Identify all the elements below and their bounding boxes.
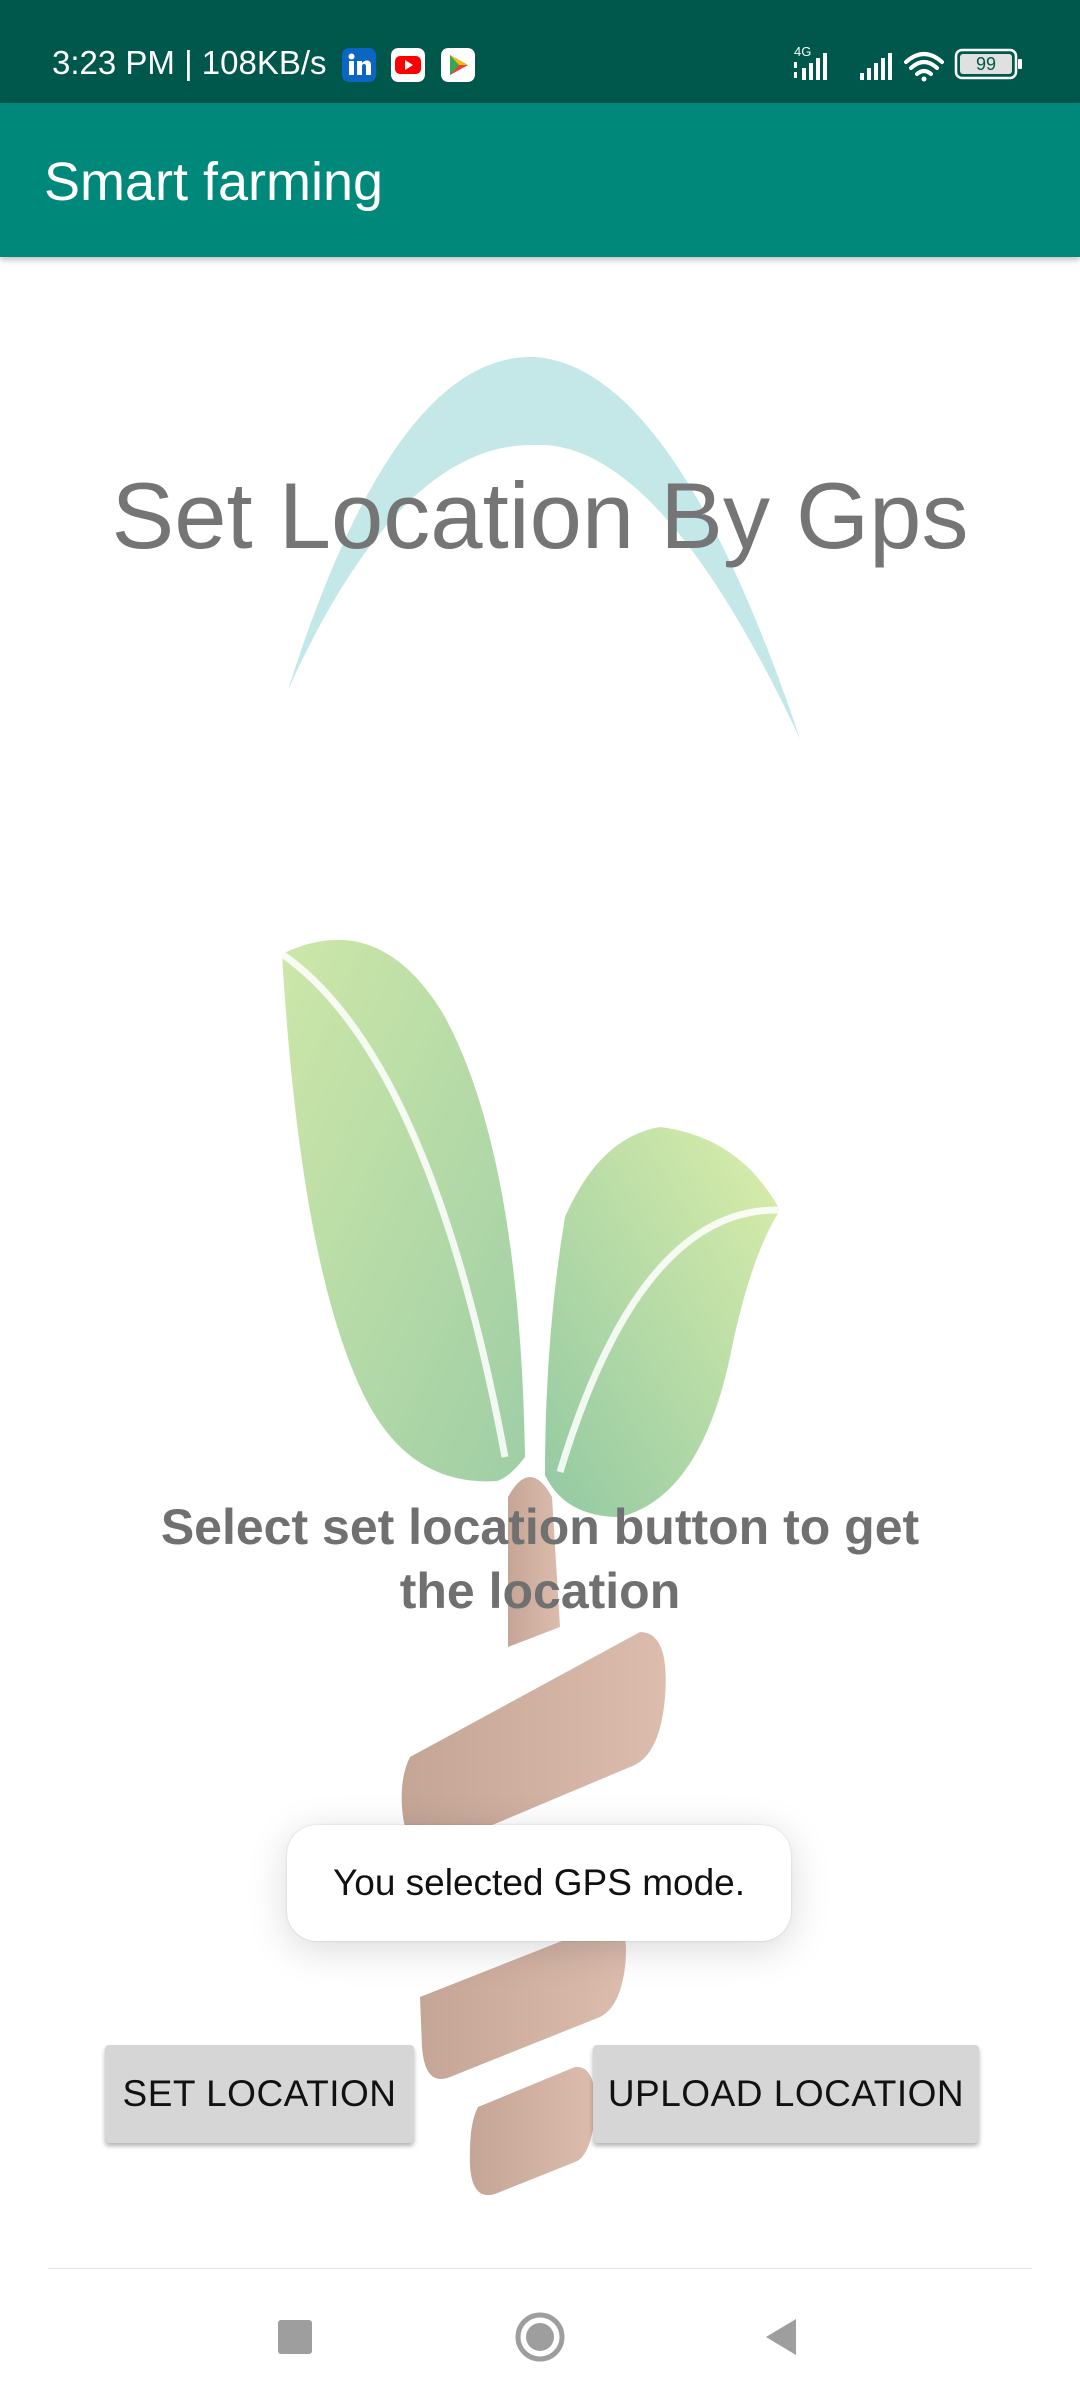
left-leaf bbox=[282, 939, 525, 1482]
signal-icon-2 bbox=[860, 53, 892, 80]
page-heading: Set Location By Gps bbox=[111, 463, 969, 568]
recent-apps-icon[interactable] bbox=[265, 2307, 325, 2367]
back-icon[interactable] bbox=[752, 2307, 812, 2367]
status-indicators: 4G 99 bbox=[794, 44, 1022, 82]
right-leaf bbox=[545, 1127, 780, 1517]
home-icon[interactable] bbox=[510, 2307, 570, 2367]
linkedin-icon bbox=[342, 48, 376, 82]
toast-message: You selected GPS mode. bbox=[287, 1825, 791, 1941]
wood-segment-3 bbox=[469, 2066, 596, 2196]
app-title: Smart farming bbox=[44, 152, 384, 212]
play-games-icon bbox=[441, 48, 475, 82]
battery-icon: 99 bbox=[954, 48, 1022, 80]
app-bar: Smart farming bbox=[0, 103, 1080, 257]
upload-location-button[interactable]: UPLOAD LOCATION bbox=[593, 2045, 979, 2143]
main-content: Set Location By Gps Select set location … bbox=[0, 257, 1080, 2267]
set-location-button[interactable]: SET LOCATION bbox=[105, 2045, 414, 2143]
network-type-label: 4G bbox=[794, 44, 811, 59]
wifi-icon bbox=[904, 52, 944, 82]
status-time-speed: 3:23 PM | 108KB/s bbox=[52, 44, 327, 81]
wood-segment-1 bbox=[401, 1632, 666, 1849]
battery-level: 99 bbox=[976, 54, 996, 74]
youtube-icon bbox=[391, 48, 425, 82]
navigation-bar bbox=[0, 2269, 1080, 2400]
instruction-text: Select set location button to get the lo… bbox=[160, 1499, 920, 1619]
status-bar: 3:23 PM | 108KB/s 4G 99 bbox=[0, 0, 1080, 103]
